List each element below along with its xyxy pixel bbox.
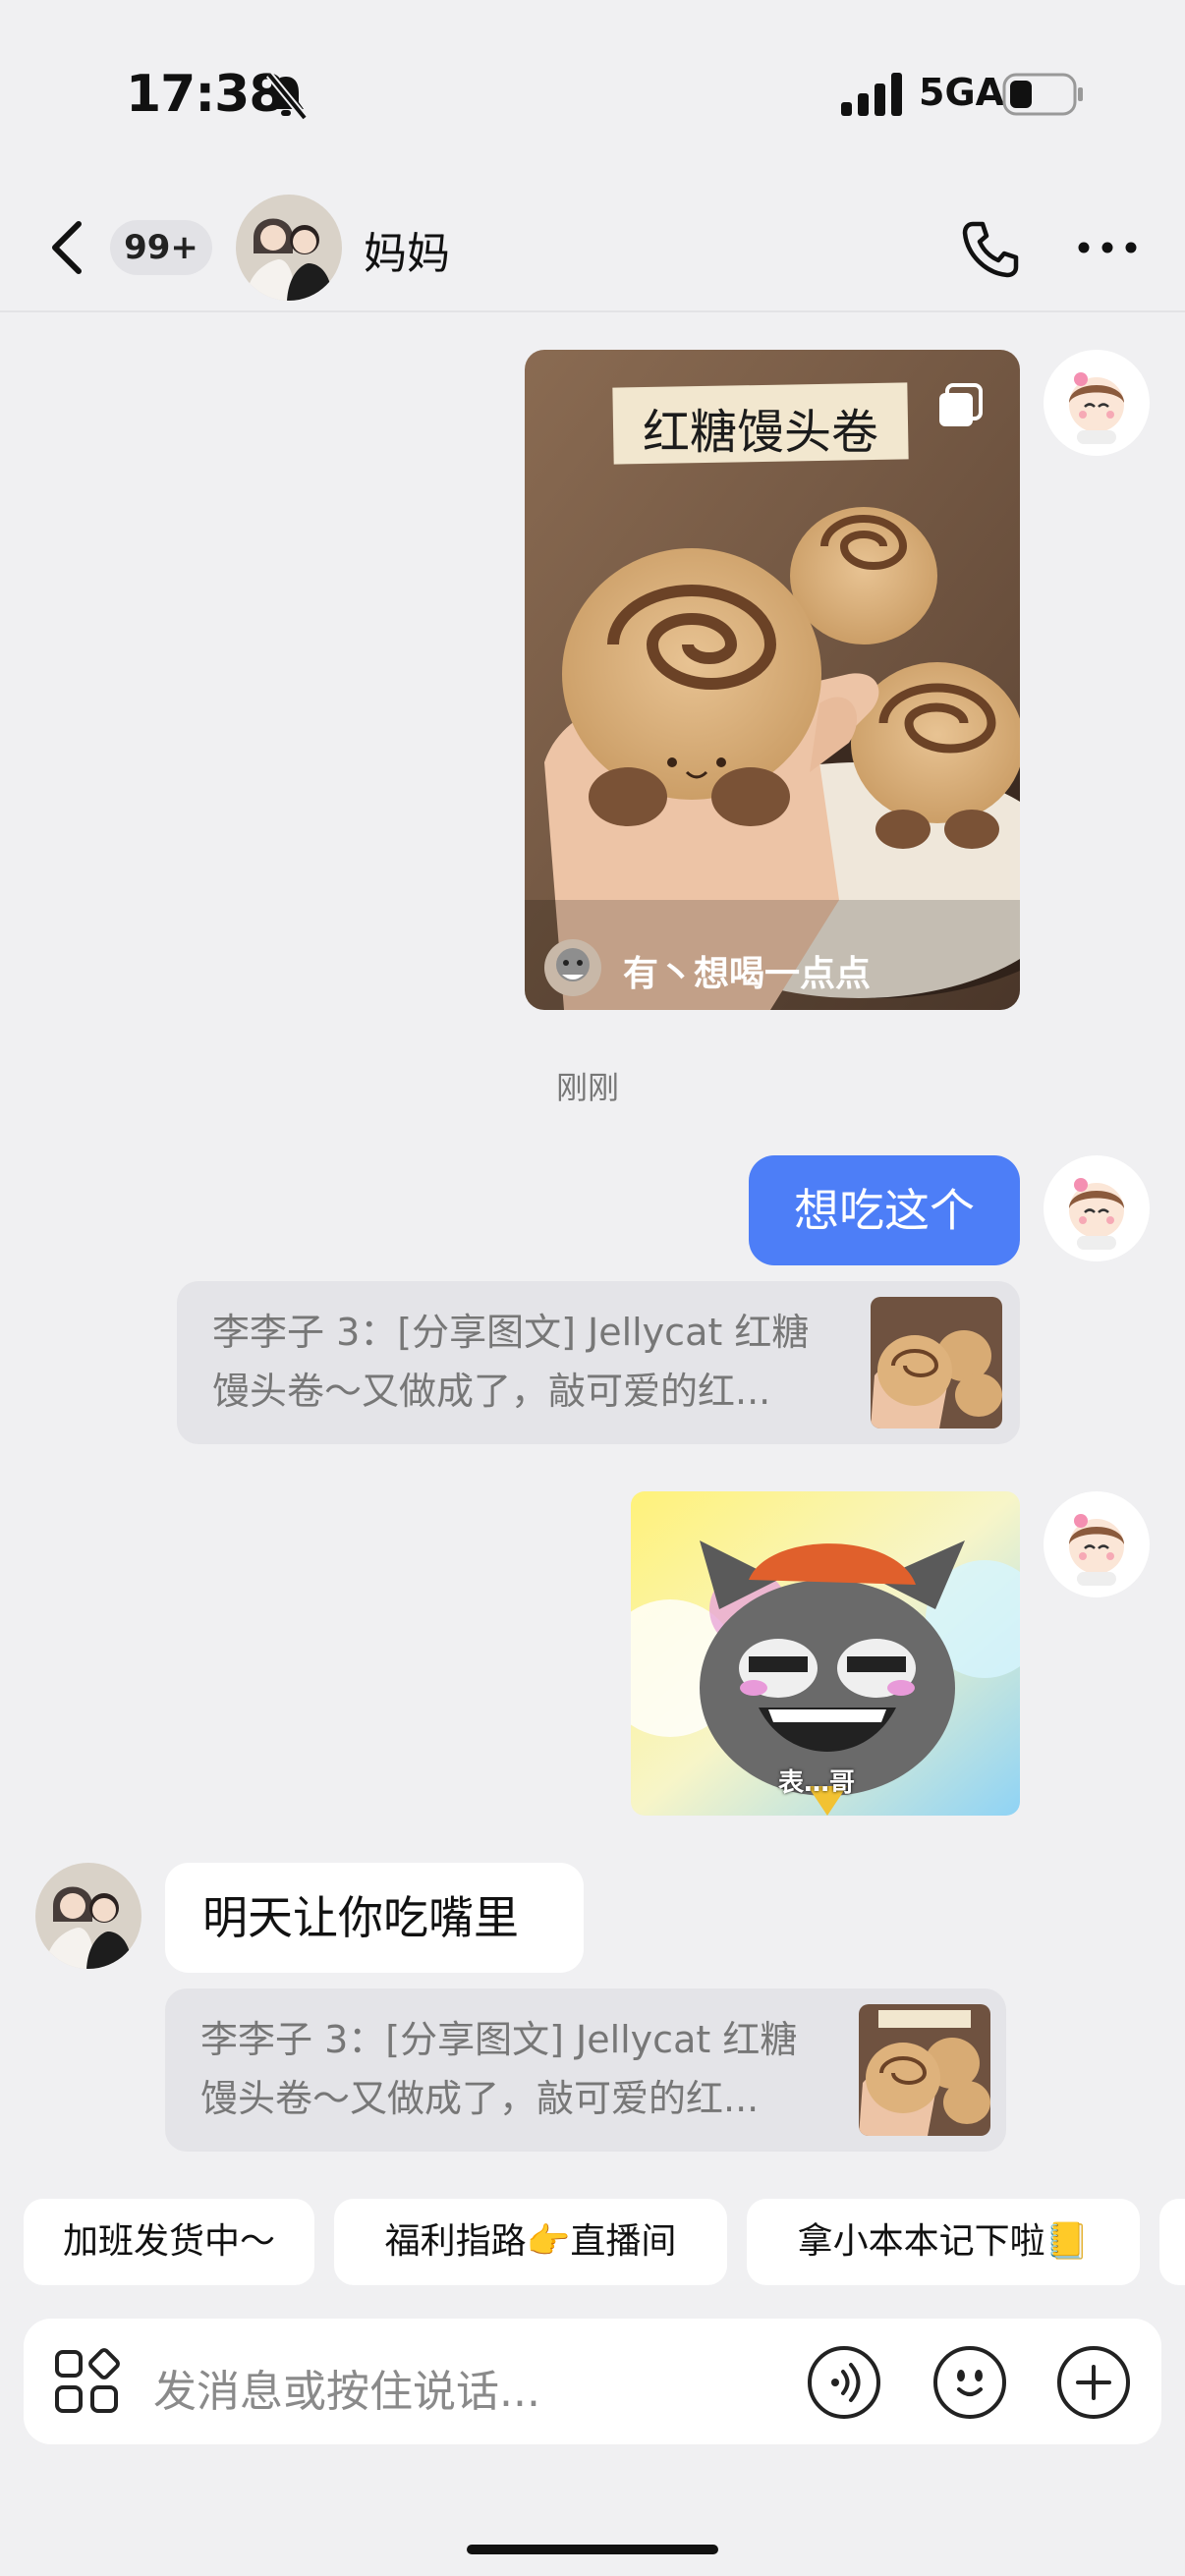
network-type: 5GA [919, 71, 1005, 114]
quick-reply-chip[interactable]: 加班发货中～ [24, 2199, 314, 2285]
quick-reply-chip[interactable]: 拿小本本记下啦📒 [747, 2199, 1140, 2285]
post-title: 红糖馒头卷 [642, 405, 878, 460]
bell-mute-icon [265, 72, 309, 121]
quote-line-1: 李李子 3：[分享图文] Jellycat 红糖 [212, 1311, 810, 1354]
quick-reply-chip-overflow[interactable] [1159, 2199, 1185, 2285]
plus-icon [1076, 2365, 1111, 2400]
status-time: 17:38 [126, 65, 285, 124]
multi-image-icon [939, 383, 983, 426]
signal-icon [841, 73, 902, 116]
unread-badge[interactable]: 99+ [110, 220, 212, 275]
home-indicator[interactable] [467, 2545, 718, 2554]
apps-grid-icon[interactable] [53, 2348, 122, 2417]
quote-line-2: 馒头卷～又做成了，敲可爱的红... [212, 1370, 771, 1413]
my-avatar[interactable] [1044, 1491, 1150, 1597]
voice-wave-icon [831, 2363, 861, 2402]
contact-avatar[interactable] [35, 1863, 141, 1969]
quoted-message[interactable]: 李李子 3：[分享图文] Jellycat 红糖 馒头卷～又做成了，敲可爱的红.… [165, 1988, 1006, 2152]
sent-text-bubble[interactable]: 想吃这个 [749, 1155, 1020, 1265]
chat-title: 妈妈 [364, 229, 450, 279]
quote-line-1: 李李子 3：[分享图文] Jellycat 红糖 [200, 2018, 798, 2061]
post-author: 有丶想喝一点点 [623, 954, 872, 994]
quick-reply-chip[interactable]: 福利指路👉直播间 [334, 2199, 727, 2285]
message-input[interactable]: 发消息或按住说话... [153, 2356, 540, 2419]
shared-post-card[interactable]: 红糖馒头卷 有丶想喝一点点 [525, 350, 1020, 1010]
quoted-message[interactable]: 李李子 3：[分享图文] Jellycat 红糖 馒头卷～又做成了，敲可爱的红.… [177, 1281, 1020, 1444]
message-timestamp: 刚刚 [556, 1069, 620, 1106]
quote-thumbnail [871, 1297, 1002, 1428]
more-icon[interactable] [1077, 236, 1138, 259]
sent-sticker[interactable]: 表…哥 [631, 1491, 1020, 1816]
my-avatar[interactable] [1044, 1155, 1150, 1261]
received-text-bubble[interactable]: 明天让你吃嘴里 [165, 1863, 584, 1973]
back-chevron-icon[interactable] [45, 218, 88, 277]
quote-thumbnail [859, 2004, 990, 2136]
my-avatar[interactable] [1044, 350, 1150, 456]
add-button[interactable] [1057, 2346, 1130, 2419]
voice-button[interactable] [808, 2346, 880, 2419]
quote-line-2: 馒头卷～又做成了，敲可爱的红... [200, 2077, 760, 2120]
smiley-icon [957, 2370, 983, 2396]
emoji-button[interactable] [933, 2346, 1006, 2419]
phone-icon[interactable] [959, 218, 1022, 281]
nav-divider [0, 310, 1185, 312]
battery-icon [1002, 73, 1083, 116]
post-author-avatar [544, 939, 601, 996]
sticker-caption: 表…哥 [778, 1768, 856, 1798]
contact-avatar[interactable] [236, 195, 342, 301]
